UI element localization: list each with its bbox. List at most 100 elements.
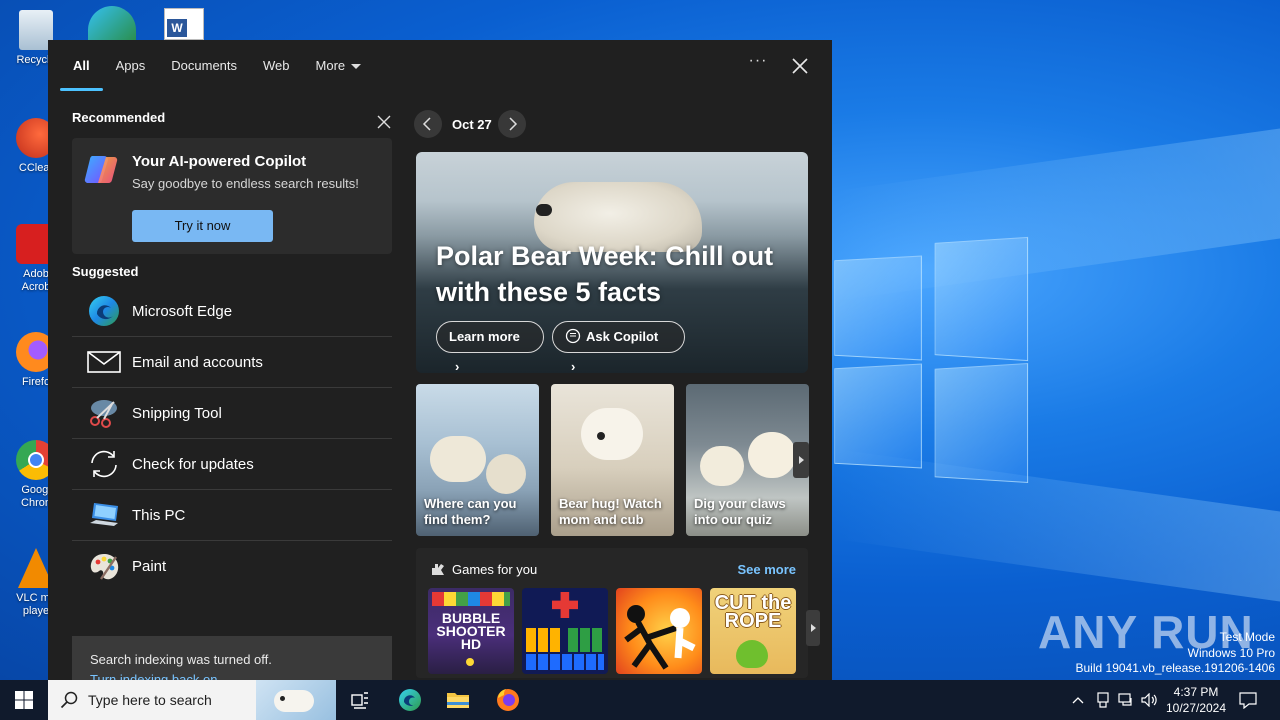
edge-desktop-icon[interactable] xyxy=(88,6,136,40)
computer-icon xyxy=(86,497,122,533)
suggested-item-email-and-accounts[interactable]: Email and accounts xyxy=(72,337,392,388)
stickman-icon xyxy=(624,605,696,670)
game-cut-the-rope[interactable]: CUT the ROPE xyxy=(710,588,796,674)
games-icon xyxy=(432,564,444,575)
caret-right-icon xyxy=(799,456,804,464)
suggested-item-microsoft-edge[interactable]: Microsoft Edge xyxy=(72,286,392,337)
game-bubble-shooter[interactable]: BUBBLE SHOOTER HD xyxy=(428,588,514,674)
blue-blocks xyxy=(526,654,604,670)
task-view-button[interactable] xyxy=(344,684,376,716)
tray-app-button[interactable] xyxy=(1094,680,1112,720)
chevron-right-icon xyxy=(509,117,518,131)
mail-icon xyxy=(86,344,122,380)
tab-documents[interactable]: Documents xyxy=(158,41,250,91)
game-block-puzzle[interactable] xyxy=(522,588,608,674)
bear-eye xyxy=(597,432,605,440)
search-placeholder: Type here to search xyxy=(88,692,212,708)
start-button[interactable] xyxy=(0,680,48,720)
polar-bear-image xyxy=(700,446,744,486)
dismiss-recommended-icon[interactable] xyxy=(376,114,392,130)
windows-icon xyxy=(15,691,33,709)
windows-logo xyxy=(830,236,1030,484)
learn-more-button[interactable]: Learn more › xyxy=(436,321,544,373)
ask-copilot-button[interactable]: Ask Copilot › xyxy=(552,321,685,373)
suggested-item-check-for-updates[interactable]: Check for updates xyxy=(72,439,392,490)
red-block xyxy=(552,592,578,618)
polar-bear-image xyxy=(581,408,643,460)
suggested-item-label: Microsoft Edge xyxy=(132,302,233,320)
bubbles-row xyxy=(432,592,510,606)
edge-icon xyxy=(399,689,421,711)
taskbar-firefox[interactable] xyxy=(492,684,524,716)
next-day-button[interactable] xyxy=(498,110,526,138)
suggested-item-label: Email and accounts xyxy=(132,353,263,371)
network-button[interactable] xyxy=(1116,680,1136,720)
recommended-title: Recommended xyxy=(72,110,166,125)
taskbar-search-box[interactable]: Type here to search xyxy=(48,680,336,720)
tab-web[interactable]: Web xyxy=(250,41,303,91)
cards-scroll-right-button[interactable] xyxy=(793,442,809,478)
palette-icon xyxy=(86,549,122,585)
copilot-title: Your AI-powered Copilot xyxy=(132,153,307,170)
chevron-up-icon xyxy=(1072,697,1084,704)
copilot-card: Your AI-powered Copilot Say goodbye to e… xyxy=(72,138,392,254)
notification-center-button[interactable] xyxy=(1236,680,1260,720)
volume-button[interactable] xyxy=(1140,680,1160,720)
suggested-title: Suggested xyxy=(72,264,139,279)
clock-time: 4:37 PM xyxy=(1173,685,1219,699)
hero-title: Polar Bear Week: Chill out with these 5 … xyxy=(436,241,774,307)
desktop-icon-label: Firefo xyxy=(21,376,51,388)
games-title: Games for you xyxy=(452,562,538,577)
game-stickman-fight[interactable] xyxy=(616,588,702,674)
taskbar-file-explorer[interactable] xyxy=(442,684,474,716)
taskbar-clock[interactable]: 4:37 PM 10/27/2024 xyxy=(1160,684,1232,716)
desktop-icon-label: Adob Acrob xyxy=(21,268,51,293)
taskbar-edge[interactable] xyxy=(394,684,426,716)
yellow-blocks xyxy=(526,628,560,652)
chevron-right-icon: › xyxy=(455,359,460,373)
edge-icon xyxy=(86,293,122,329)
green-blocks xyxy=(568,628,604,652)
polar-bear-nose xyxy=(536,204,552,216)
search-tabs: All Apps Documents Web More xyxy=(60,40,374,92)
tab-more[interactable]: More xyxy=(303,41,375,91)
highlight-card[interactable]: Dig your claws into our quiz xyxy=(686,384,809,536)
game-title: CUT the ROPE xyxy=(714,592,792,632)
chat-bubble-icon xyxy=(565,328,581,344)
show-hidden-icons-button[interactable] xyxy=(1068,680,1088,720)
polar-bear-image xyxy=(486,454,526,494)
speaker-icon xyxy=(1141,693,1157,707)
previous-day-button[interactable] xyxy=(414,110,442,138)
tab-all[interactable]: All xyxy=(60,41,103,91)
caret-right-icon xyxy=(811,624,816,632)
search-panel: All Apps Documents Web More ··· Recommen… xyxy=(48,40,832,704)
suggested-item-label: Check for updates xyxy=(132,455,254,473)
test-mode-text: Test Mode Windows 10 Pro Build 19041.vb_… xyxy=(1075,630,1276,675)
highlight-card[interactable]: Where can you find them? xyxy=(416,384,539,536)
card-text: Where can you find them? xyxy=(424,496,517,527)
games-scroll-right-button[interactable] xyxy=(806,610,820,646)
try-it-now-button[interactable]: Try it now xyxy=(132,210,273,242)
notification-icon xyxy=(1239,692,1257,709)
card-text: Bear hug! Watch mom and cub xyxy=(559,496,662,527)
suggested-item-label: This PC xyxy=(132,506,186,524)
close-icon[interactable] xyxy=(788,54,812,78)
highlight-card[interactable]: Bear hug! Watch mom and cub xyxy=(551,384,674,536)
suggested-item-label: Paint xyxy=(132,558,167,575)
suggested-item-snipping-tool[interactable]: Snipping Tool xyxy=(72,388,392,439)
tab-apps[interactable]: Apps xyxy=(103,41,159,91)
om-nom-icon xyxy=(736,640,768,668)
clock-date: 10/27/2024 xyxy=(1165,701,1227,715)
polar-bear-image xyxy=(430,436,486,482)
games-section: Games for you See more BUBBLE SHOOTER HD xyxy=(416,548,820,678)
suggested-item-paint[interactable]: Paint xyxy=(72,541,392,592)
task-view-icon xyxy=(351,692,368,709)
see-more-link[interactable]: See more xyxy=(737,562,796,577)
more-options-icon[interactable]: ··· xyxy=(748,53,768,74)
chevron-left-icon xyxy=(422,117,431,131)
suggested-item-this-pc[interactable]: This PC xyxy=(72,490,392,541)
refresh-icon xyxy=(86,446,122,482)
word-desktop-icon[interactable]: W xyxy=(164,8,204,40)
highlight-cards: Where can you find them? Bear hug! Watch… xyxy=(416,384,810,536)
hero-card[interactable]: Polar Bear Week: Chill out with these 5 … xyxy=(416,152,808,373)
